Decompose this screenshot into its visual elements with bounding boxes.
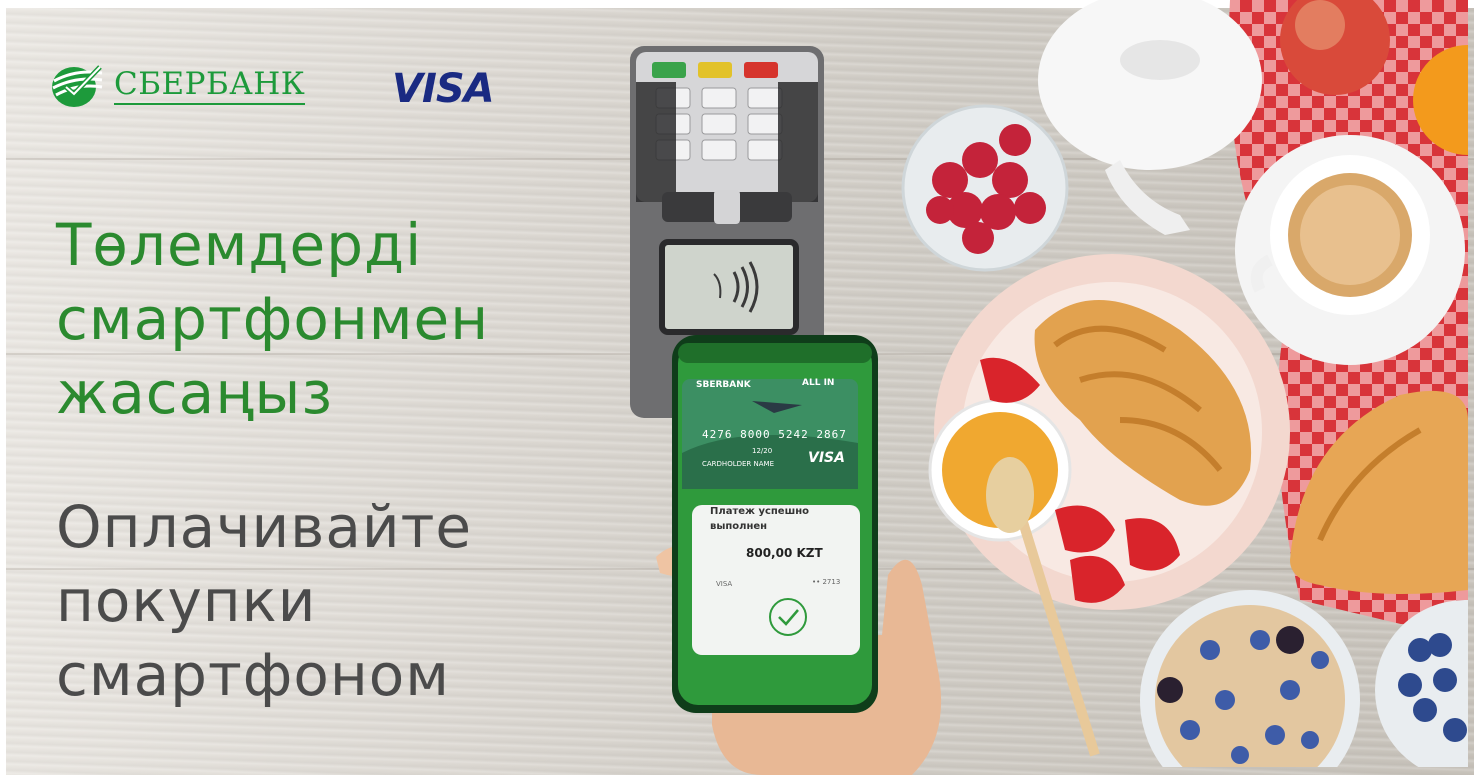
sberbank-logo-icon (52, 65, 103, 107)
card-expiry: 12/20 (752, 447, 773, 455)
headline-line: Төлемдерді (56, 211, 423, 279)
card-issuer: SBERBANK (696, 380, 751, 390)
payment-status: Платеж успешно выполнен (710, 506, 809, 532)
subline-line: покупки (56, 567, 317, 635)
headline-russian: Оплачивайте покупки смартфоном (56, 490, 472, 712)
card-network: VISA (808, 450, 845, 466)
headline-line: смартфонмен (56, 285, 490, 353)
card-holder: CARDHOLDER NAME (702, 460, 774, 468)
payment-amount: 800,00 KZT (746, 546, 823, 560)
sberbank-brand: СБЕРБАНК (48, 60, 306, 110)
headline-line: жасаңыз (56, 359, 334, 427)
breakfast-table-illustration (901, 0, 1468, 767)
payment-network: VISA (716, 580, 733, 588)
visa-logo: VISA (392, 66, 495, 112)
headline-kazakh: Төлемдерді смартфонмен жасаңыз (56, 208, 489, 430)
payment-card-last4: •• 2713 (812, 578, 841, 586)
card-number: 4276 8000 5242 2867 (702, 428, 847, 441)
card-tag: ALL IN (802, 378, 835, 388)
bank-name: СБЕРБАНК (114, 65, 306, 105)
subline-line: Оплачивайте (56, 493, 473, 561)
subline-line: смартфоном (56, 641, 451, 709)
